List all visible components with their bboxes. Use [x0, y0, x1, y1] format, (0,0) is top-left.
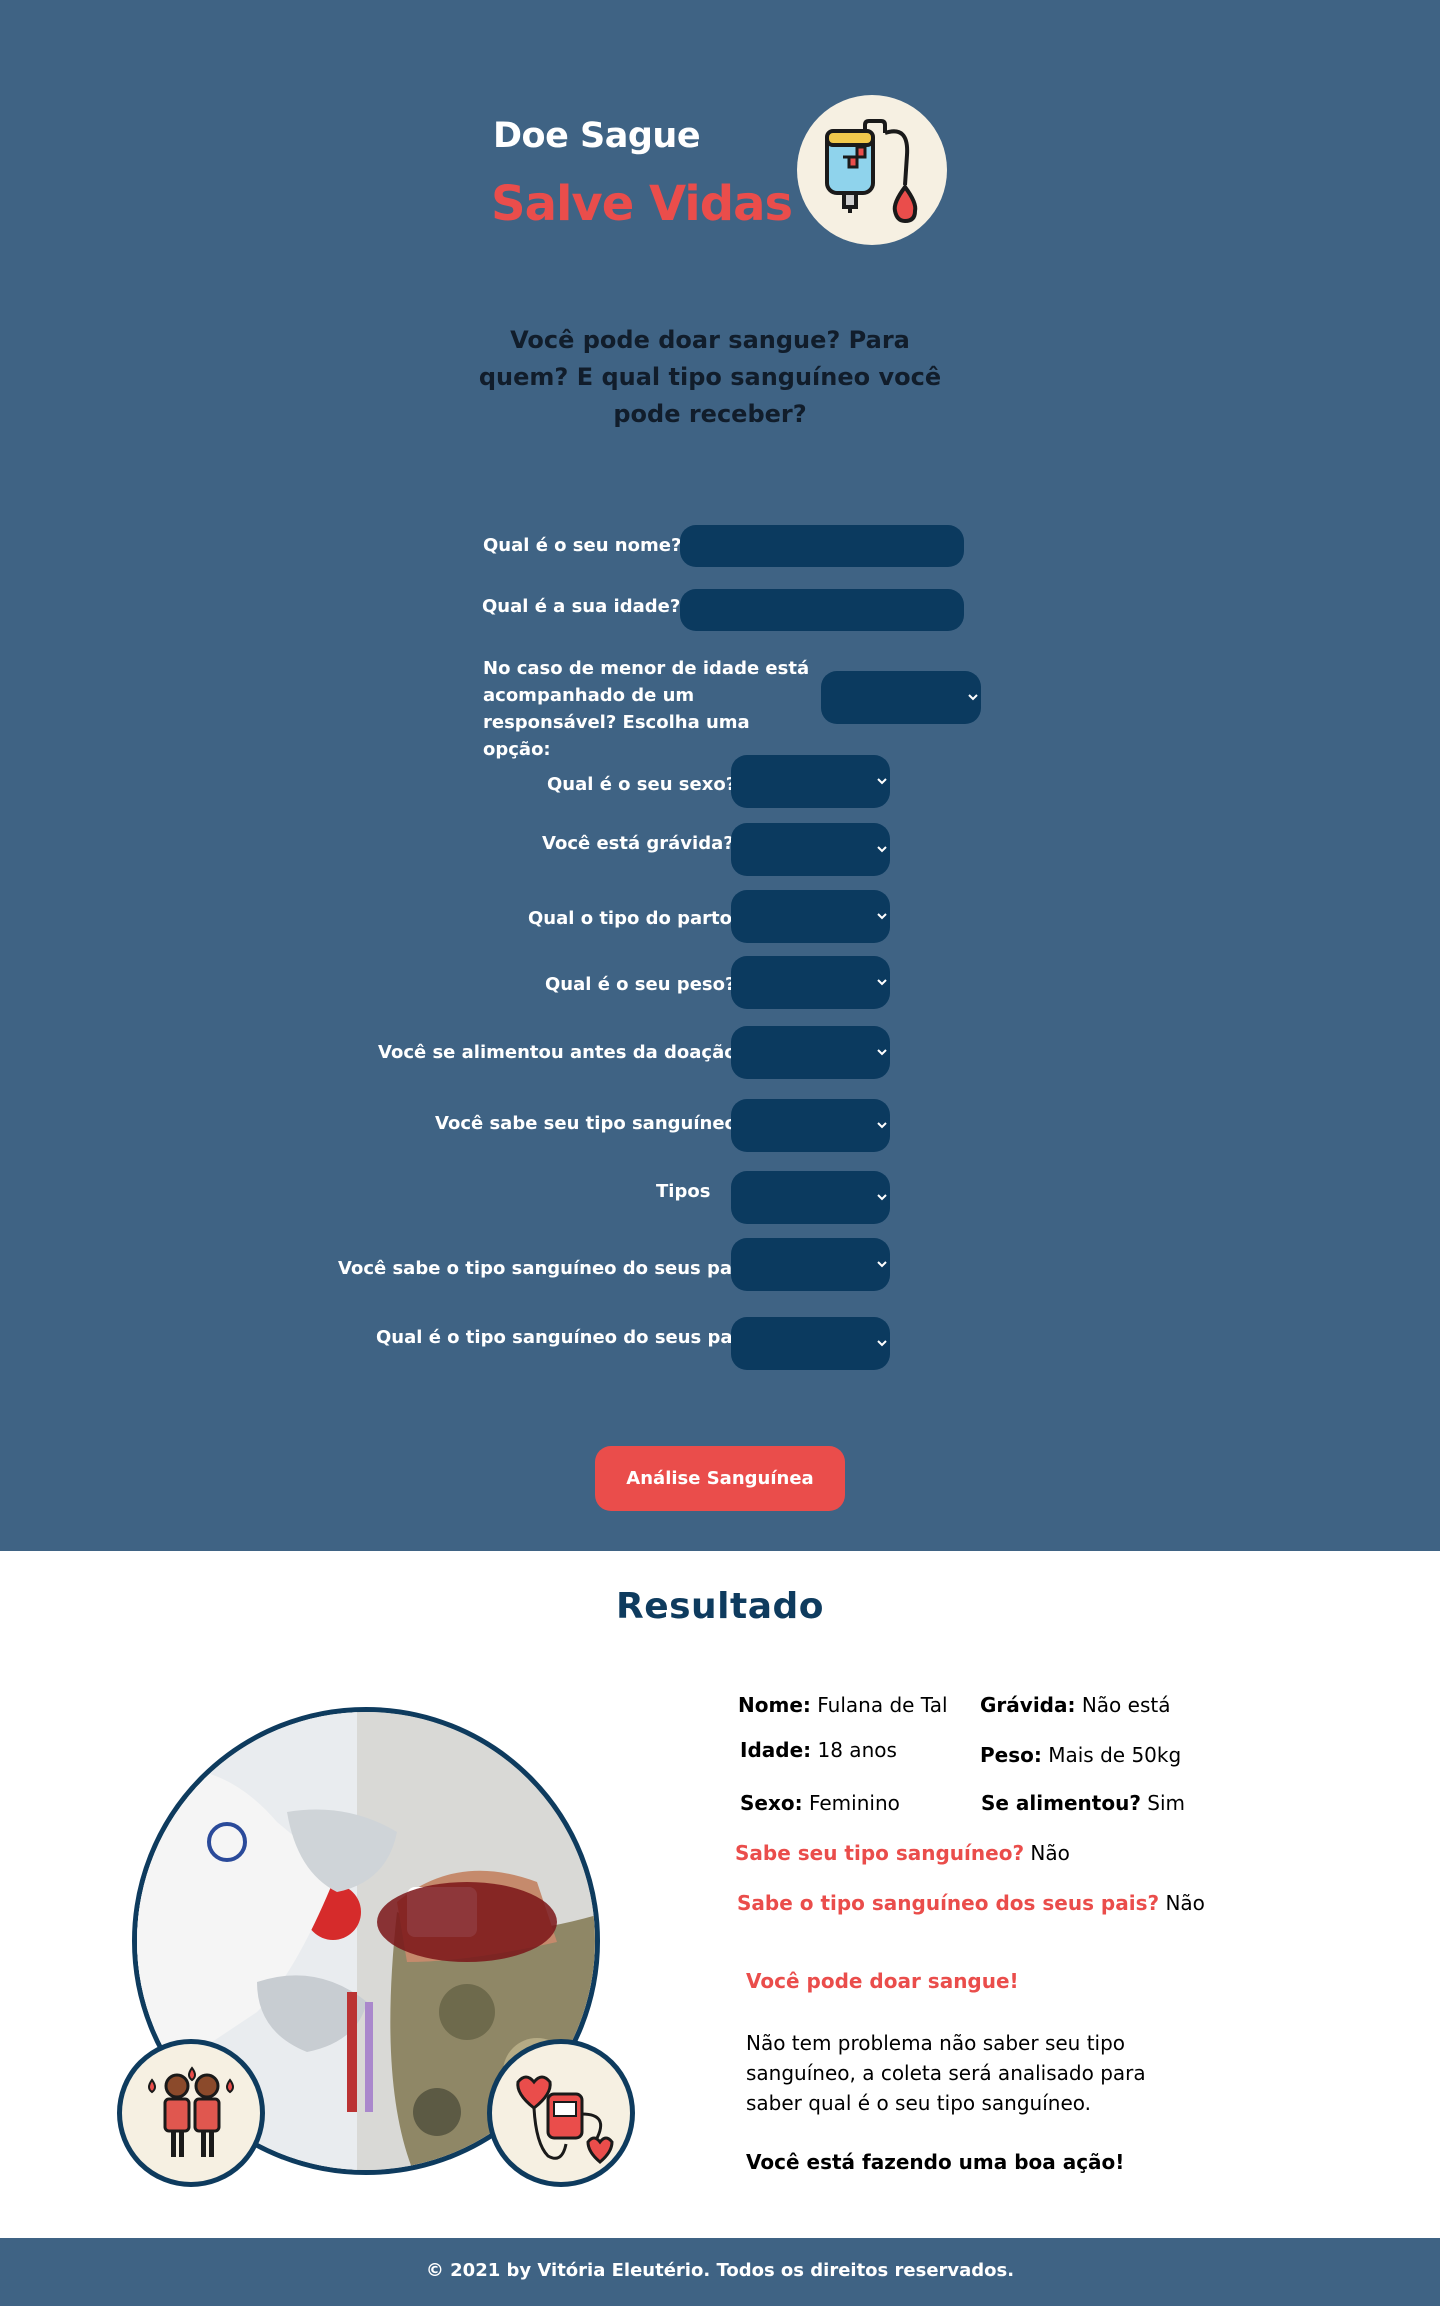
footer: © 2021 by Vitória Eleutério. Todos os di…	[0, 2238, 1440, 2306]
result-knows-parents: Sabe o tipo sanguíneo dos seus pais? Não	[737, 1889, 1205, 1917]
can-donate-message: Você pode doar sangue!	[746, 1969, 1019, 1993]
result-fed: Se alimentou? Sim	[981, 1789, 1185, 1817]
birth-type-label: Qual o tipo do parto?	[528, 908, 743, 929]
brand-title-line1: Doe Sague	[493, 116, 701, 156]
knows-type-select[interactable]	[731, 1099, 890, 1152]
result-weight: Peso: Mais de 50kg	[980, 1741, 1181, 1769]
result-fed-key: Se alimentou?	[981, 1791, 1141, 1815]
blood-bag-heart-icon	[516, 2075, 614, 2164]
age-label: Qual é a sua idade?	[482, 596, 681, 617]
blood-bag-icon	[825, 119, 918, 224]
pregnant-label: Você está grávida?	[542, 833, 734, 854]
result-knows-type: Sabe seu tipo sanguíneo? Não	[735, 1839, 1070, 1867]
sex-label: Qual é o seu sexo?	[547, 774, 737, 795]
result-knows-parents-value: Não	[1165, 1891, 1205, 1915]
birth-type-select[interactable]	[731, 890, 890, 943]
result-age-key: Idade:	[740, 1738, 812, 1762]
knows-parents-type-label: Você sabe o tipo sanguíneo do seus pais?	[338, 1258, 760, 1279]
pregnant-select[interactable]	[731, 823, 890, 876]
result-pregnant-value: Não está	[1081, 1693, 1171, 1717]
result-sex-key: Sexo:	[740, 1791, 803, 1815]
weight-select[interactable]	[731, 956, 890, 1009]
result-section: Resultado Nome: Fulana de Tal Grávida: N…	[0, 1551, 1440, 2238]
result-name-value: Fulana de Tal	[817, 1693, 948, 1717]
donors-illustration	[117, 2039, 265, 2187]
age-input[interactable]	[680, 589, 964, 631]
brand-title-line2: Salve Vidas	[491, 176, 793, 232]
analyze-button[interactable]: Análise Sanguínea	[595, 1446, 845, 1511]
result-pregnant-key: Grávida:	[980, 1693, 1076, 1717]
result-name-key: Nome:	[738, 1693, 811, 1717]
good-action-message: Você está fazendo uma boa ação!	[746, 2150, 1125, 2174]
result-knows-type-value: Não	[1030, 1841, 1070, 1865]
blood-bag-heart-illustration	[487, 2039, 635, 2187]
parents-type-label: Qual é o tipo sanguíneo do seus pais?	[376, 1327, 760, 1348]
explanation-text: Não tem problema não saber seu tipo sang…	[746, 2031, 1146, 2115]
result-title: Resultado	[615, 1586, 825, 1627]
types-select[interactable]	[731, 1171, 890, 1224]
result-age-value: 18 anos	[817, 1738, 897, 1762]
result-knows-parents-key: Sabe o tipo sanguíneo dos seus pais?	[737, 1891, 1160, 1915]
copyright-text: © 2021 by Vitória Eleutério. Todos os di…	[425, 2260, 1015, 2281]
result-sex-value: Feminino	[808, 1791, 900, 1815]
knows-type-label: Você sabe seu tipo sanguíneo?	[435, 1113, 748, 1134]
sex-select[interactable]	[731, 755, 890, 808]
result-weight-key: Peso:	[980, 1743, 1042, 1767]
fed-label: Você se alimentou antes da doação?	[378, 1042, 748, 1063]
form-section: Doe Sague Salve Vidas Você pode doar san…	[0, 0, 1440, 1551]
logo	[797, 95, 947, 245]
fed-select[interactable]	[731, 1026, 890, 1079]
name-label: Qual é o seu nome?	[483, 535, 682, 556]
types-label: Tipos	[656, 1181, 711, 1202]
name-input[interactable]	[680, 525, 964, 567]
result-weight-value: Mais de 50kg	[1048, 1743, 1182, 1767]
result-knows-type-key: Sabe seu tipo sanguíneo?	[735, 1841, 1025, 1865]
donors-icon	[148, 2066, 234, 2157]
result-age: Idade: 18 anos	[740, 1736, 897, 1764]
result-pregnant: Grávida: Não está	[980, 1691, 1170, 1719]
parents-type-select[interactable]	[731, 1317, 890, 1370]
intro-question: Você pode doar sangue? Para quem? E qual…	[478, 326, 942, 428]
guardian-label: No caso de menor de idade está acompanha…	[483, 658, 810, 760]
knows-parents-type-select[interactable]	[731, 1238, 890, 1291]
weight-label: Qual é o seu peso?	[545, 974, 736, 995]
guardian-select[interactable]	[821, 671, 981, 724]
result-fed-value: Sim	[1147, 1791, 1186, 1815]
result-name: Nome: Fulana de Tal	[738, 1691, 948, 1719]
result-sex: Sexo: Feminino	[740, 1789, 900, 1817]
